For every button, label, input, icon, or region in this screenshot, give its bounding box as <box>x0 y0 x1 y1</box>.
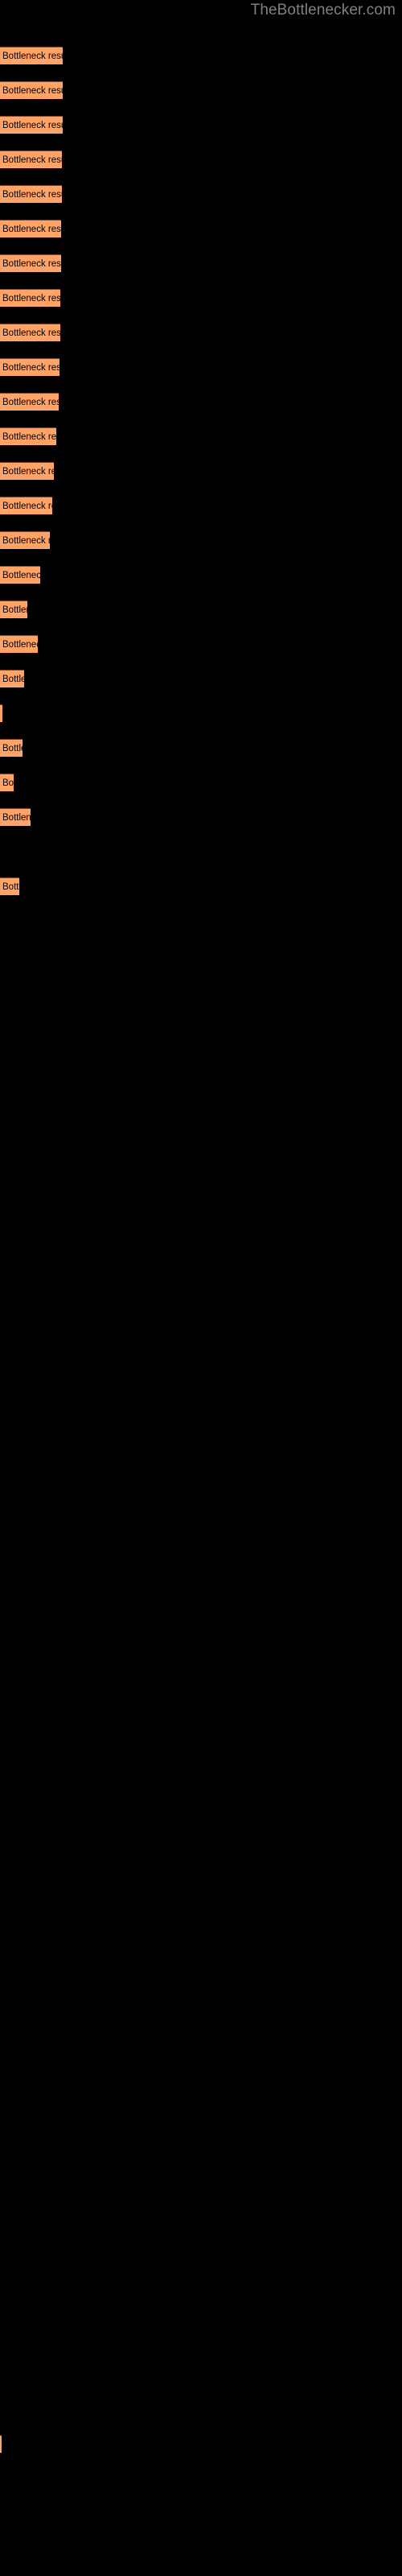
bar-label: Bottleneck result <box>2 86 63 96</box>
bar-label: Bottleneck result <box>2 605 27 615</box>
bar: Bottleneck result <box>0 116 63 134</box>
bar-label: Bottleneck result <box>2 190 62 200</box>
bar: Bottleneck result <box>0 531 50 549</box>
bar: Bottleneck result <box>0 566 40 584</box>
bar-label: Bottleneck result <box>2 813 31 823</box>
bar-label: Bottleneck result <box>2 744 23 753</box>
bar: Bottleneck result <box>0 185 62 203</box>
bar-label: Bottleneck result <box>2 121 63 130</box>
bar-label: Bottleneck result <box>2 294 60 303</box>
bar: Bottleneck result <box>0 289 60 307</box>
bar-label: Bottleneck result <box>2 571 40 580</box>
bar: Bottleneck result <box>0 704 2 722</box>
bar: Bottleneck result <box>0 358 59 376</box>
bar: Bottleneck result <box>0 393 59 411</box>
bar: Bottleneck result <box>0 2435 2 2453</box>
bar-label: Bottleneck result <box>2 259 61 269</box>
bar-label: Bottleneck result <box>2 328 60 338</box>
bar: Bottleneck result <box>0 670 24 687</box>
bar: Bottleneck result <box>0 151 62 168</box>
bar: Bottleneck result <box>0 462 54 480</box>
bottleneck-bar-chart: Bottleneck result Bottleneck result Bottle… <box>0 0 402 2576</box>
bar: Bottleneck result <box>0 601 27 618</box>
bar-label: Bottleneck result <box>2 225 61 234</box>
bar-label: Bottleneck result <box>2 155 62 165</box>
bar-label: Bottleneck result <box>2 363 59 373</box>
bar-label: Bottleneck result <box>2 502 52 511</box>
bar: Bottleneck result <box>0 877 19 895</box>
bar-label: Bottleneck result <box>2 640 38 650</box>
bar-label: Bottleneck result <box>2 675 24 684</box>
bar: Bottleneck result <box>0 254 61 272</box>
bar-label: Bottleneck result <box>2 882 19 892</box>
bar: Bottleneck result <box>0 427 56 445</box>
bar-label: Bottleneck result <box>2 467 54 477</box>
bar: Bottleneck result <box>0 497 52 514</box>
bar-label: Bottleneck result <box>2 52 63 61</box>
bar: Bottleneck result <box>0 808 31 826</box>
bar: Bottleneck result <box>0 324 60 341</box>
bar: Bottleneck result <box>0 635 38 653</box>
bar-label: Bottleneck result <box>2 432 56 442</box>
bar: Bottleneck result <box>0 220 61 237</box>
bar: Bottleneck result <box>0 81 63 99</box>
bar-label: Bottleneck result <box>2 536 50 546</box>
bar: Bottleneck result <box>0 47 63 64</box>
bar-label: Bottleneck result <box>2 778 14 788</box>
bar: Bottleneck result <box>0 774 14 791</box>
bar: Bottleneck result <box>0 739 23 757</box>
bar-label: Bottleneck result <box>2 398 59 407</box>
